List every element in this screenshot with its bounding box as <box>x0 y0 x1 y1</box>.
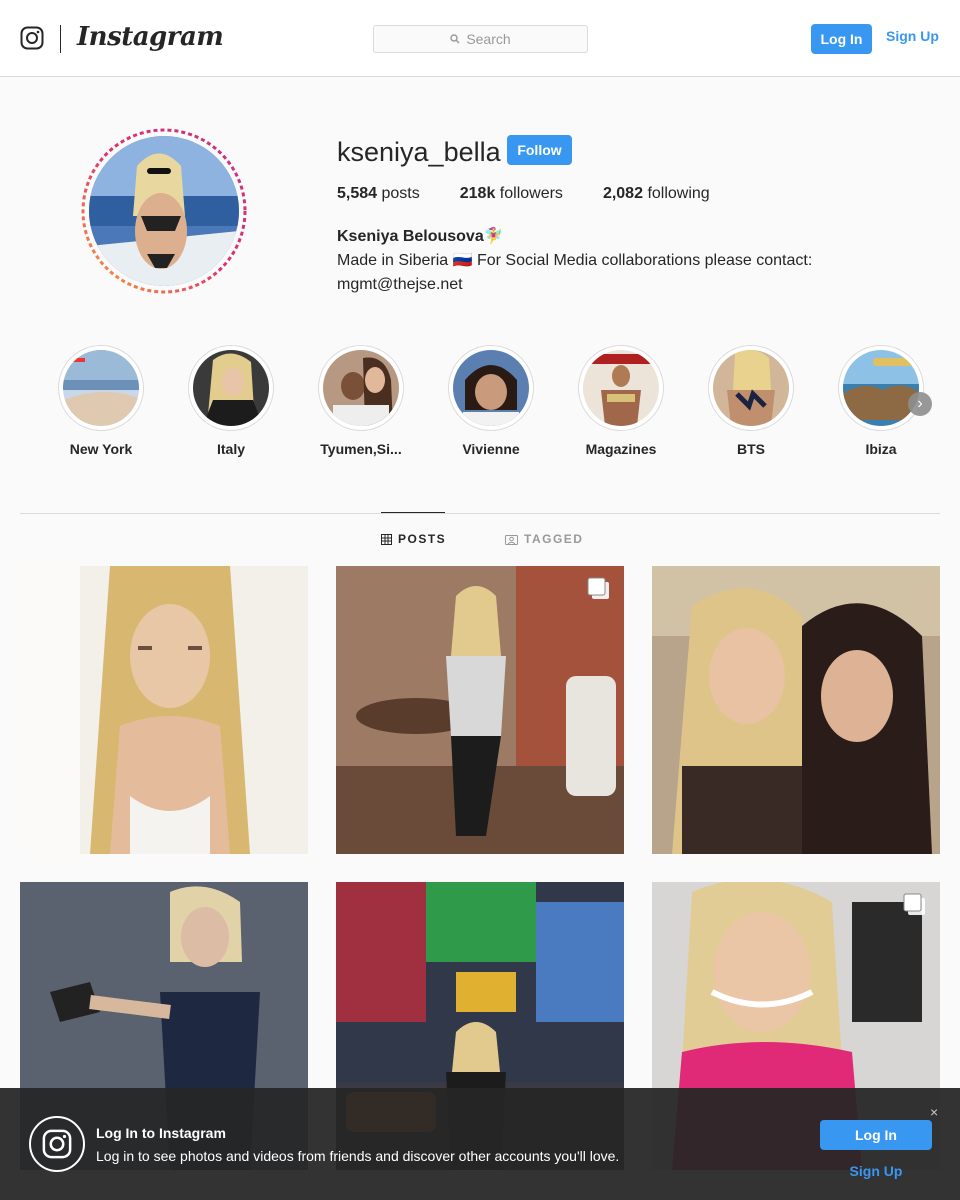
following-count: 2,082 <box>602 185 643 202</box>
banner-signup-link[interactable]: Sign Up <box>820 1163 932 1179</box>
followers-label: followers <box>499 185 563 202</box>
highlight-ring <box>188 345 274 431</box>
highlight-ring <box>838 345 924 431</box>
highlight-image <box>453 350 529 426</box>
highlight-item[interactable]: Tyumen,Si... <box>296 345 426 457</box>
bio-line: Made in Siberia 🇷🇺 For Social Media coll… <box>337 252 813 269</box>
posts-count: 5,584 <box>337 185 378 202</box>
highlight-image <box>63 350 139 426</box>
banner-text: Log in to see photos and videos from fri… <box>96 1148 620 1164</box>
following-stat[interactable]: 2,082 following <box>603 185 710 203</box>
profile-bio: Made in Siberia 🇷🇺 For Social Media coll… <box>337 249 857 297</box>
highlight-label: New York <box>69 441 133 457</box>
instagram-logo-icon <box>29 1116 85 1172</box>
tab-posts-label: POSTS <box>398 532 447 546</box>
followers-stat[interactable]: 218k followers <box>460 185 563 203</box>
highlight-ring <box>708 345 794 431</box>
highlight-label: BTS <box>737 441 765 457</box>
highlights-next-arrow-icon[interactable]: › <box>908 392 932 416</box>
highlight-ring <box>448 345 534 431</box>
highlight-label: Tyumen,Si... <box>320 441 402 457</box>
logo-divider <box>60 25 61 53</box>
tab-tagged[interactable]: TAGGED <box>505 532 583 546</box>
search-input[interactable]: Search <box>373 25 588 53</box>
highlight-ring <box>58 345 144 431</box>
instagram-camera-icon[interactable] <box>20 26 44 50</box>
banner-title: Log In to Instagram <box>96 1125 226 1141</box>
top-navigation-bar: Instagram Search Log In Sign Up <box>0 0 960 77</box>
followers-count: 218k <box>459 185 496 202</box>
highlight-image <box>583 350 659 426</box>
login-prompt-banner: Log In to Instagram Log in to see photos… <box>0 1088 960 1200</box>
tagged-icon <box>505 534 518 545</box>
highlight-item[interactable]: Italy <box>166 345 296 457</box>
active-tab-indicator <box>381 512 445 513</box>
tabs-divider <box>20 513 940 514</box>
search-placeholder: Search <box>466 31 511 47</box>
multiple-photos-icon <box>903 893 925 915</box>
signup-link[interactable]: Sign Up <box>886 28 939 44</box>
highlight-label: Vivienne <box>462 441 520 457</box>
post-thumbnail[interactable] <box>20 566 308 854</box>
tab-tagged-label: TAGGED <box>524 532 584 546</box>
follow-button[interactable]: Follow <box>507 135 572 165</box>
bio-email: mgmt@thejse.net <box>337 276 463 293</box>
grid-icon <box>381 533 392 545</box>
highlight-image <box>323 350 399 426</box>
highlight-label: Italy <box>216 441 245 457</box>
post-thumbnail[interactable] <box>336 566 624 854</box>
highlight-label: Magazines <box>585 441 657 457</box>
multiple-photos-icon <box>587 577 609 599</box>
highlight-item[interactable]: Magazines <box>556 345 686 457</box>
highlight-ring <box>318 345 404 431</box>
highlight-item[interactable]: Vivienne <box>426 345 556 457</box>
profile-stats: 5,584 posts 218k followers 2,082 followi… <box>337 185 750 203</box>
profile-full-name: Kseniya Belousova🧚‍♀️ <box>337 228 504 245</box>
highlight-item[interactable]: New York <box>36 345 166 457</box>
highlight-label: Ibiza <box>865 441 897 457</box>
profile-username: kseniya_bella <box>337 137 501 167</box>
highlight-image <box>713 350 789 426</box>
profile-avatar[interactable] <box>89 136 239 286</box>
posts-label: posts <box>381 185 420 202</box>
close-icon[interactable]: × <box>930 1104 938 1120</box>
highlight-image <box>193 350 269 426</box>
story-highlights: New York Italy Tyumen,Si... Vivienne Mag… <box>20 345 940 465</box>
instagram-wordmark[interactable]: Instagram <box>77 22 224 52</box>
highlight-item[interactable]: BTS <box>686 345 816 457</box>
search-icon <box>450 34 460 44</box>
tab-posts[interactable]: POSTS <box>381 532 446 546</box>
banner-login-button[interactable]: Log In <box>820 1120 932 1150</box>
login-button[interactable]: Log In <box>811 24 872 54</box>
posts-stat: 5,584 posts <box>337 185 420 203</box>
following-label: following <box>647 185 710 202</box>
highlight-image <box>843 350 919 426</box>
post-thumbnail[interactable] <box>652 566 940 854</box>
highlight-ring <box>578 345 664 431</box>
